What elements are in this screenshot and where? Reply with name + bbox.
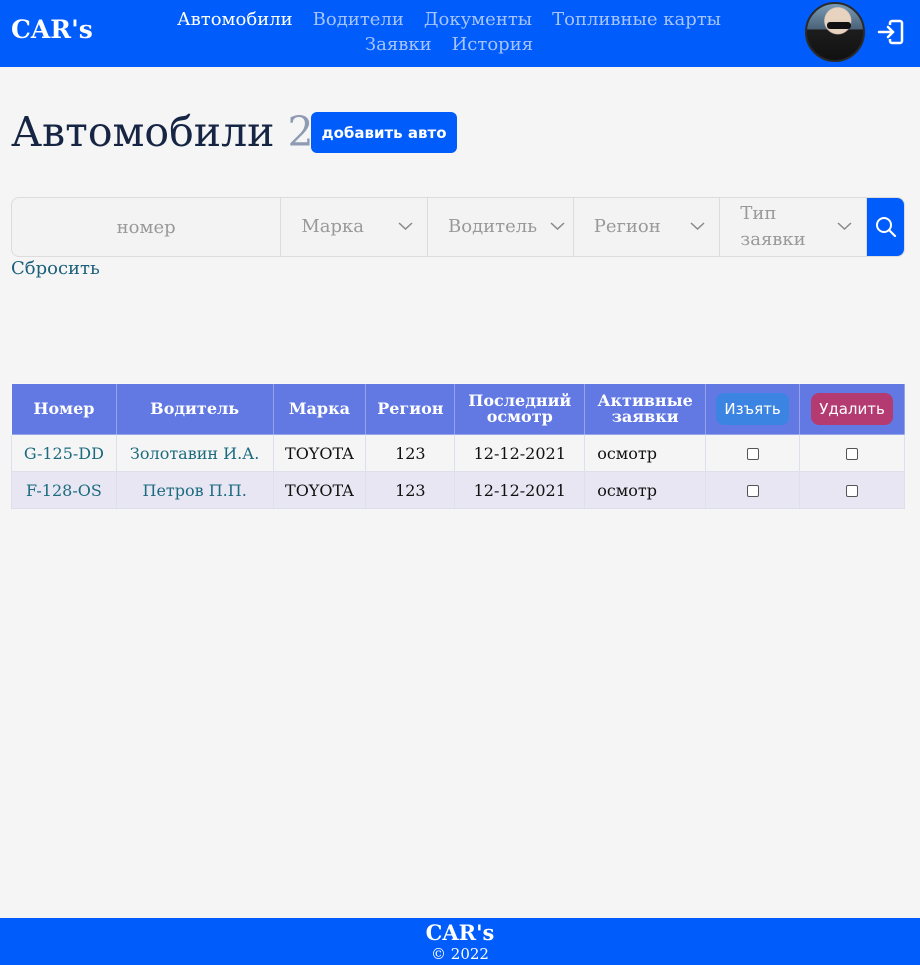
region-cell: 123 <box>365 434 456 472</box>
brand-cell: TOYOTA <box>272 434 367 472</box>
nav-item-requests[interactable]: Заявки <box>355 32 442 57</box>
nav-item-fuel-cards[interactable]: Топливные карты <box>542 7 731 32</box>
active-requests-cell: осмотр <box>584 434 707 472</box>
col-active-requests: Активные заявки <box>584 383 707 435</box>
table-header-row: Номер Водитель Марка Регион Последний ос… <box>11 383 905 435</box>
col-brand: Марка <box>272 383 367 435</box>
footer: CAR's © 2022 <box>0 918 920 965</box>
region-select-label: Регион <box>593 216 661 237</box>
car-number-link[interactable]: G-125-DD <box>11 434 117 472</box>
col-driver: Водитель <box>115 383 274 435</box>
nav-item-cars[interactable]: Автомобили <box>167 7 303 32</box>
col-number: Номер <box>11 383 117 435</box>
inspection-date-cell: 12-12-2021 <box>454 471 586 509</box>
number-search-input[interactable] <box>12 198 282 256</box>
seize-button[interactable]: Изъять <box>716 393 789 425</box>
chevron-down-icon <box>398 222 413 231</box>
nav-item-drivers[interactable]: Водители <box>303 7 414 32</box>
footer-brand: CAR's <box>425 920 495 945</box>
search-icon <box>875 217 896 238</box>
driver-link[interactable]: Золотавин И.А. <box>115 434 274 472</box>
page-title-text: Автомобили <box>11 108 275 156</box>
col-region: Регион <box>365 383 456 435</box>
user-avatar[interactable] <box>805 2 865 62</box>
active-requests-cell: осмотр <box>584 471 707 509</box>
request-type-select[interactable]: Тип заявки <box>720 198 868 256</box>
car-number-link[interactable]: F-128-OS <box>11 471 117 509</box>
page-title: Автомобили 2 <box>11 108 314 156</box>
region-cell: 123 <box>365 471 456 509</box>
brand-select[interactable]: Марка <box>281 198 429 256</box>
delete-cell <box>799 434 905 472</box>
chevron-down-icon <box>550 222 565 231</box>
driver-select[interactable]: Водитель <box>428 198 574 256</box>
seize-cell <box>705 434 801 472</box>
table-row: G-125-DD Золотавин И.А. TOYOTA 123 12-12… <box>11 434 905 472</box>
request-type-select-label: Тип заявки <box>740 203 806 250</box>
filter-bar: Марка Водитель Регион Тип заявки <box>11 197 905 257</box>
reset-filters-link[interactable]: Сбросить <box>11 258 100 279</box>
nav-item-history[interactable]: История <box>442 32 543 57</box>
col-delete: Удалить <box>799 383 905 435</box>
delete-checkbox[interactable] <box>846 485 859 497</box>
region-select[interactable]: Регион <box>574 198 721 256</box>
main-nav: Автомобили Водители Документы Топливные … <box>124 7 774 57</box>
search-button[interactable] <box>867 198 904 256</box>
logout-icon[interactable] <box>876 18 906 46</box>
col-last-inspection: Последний осмотр <box>454 383 586 435</box>
top-navbar: CAR's Автомобили Водители Документы Топл… <box>0 0 920 67</box>
cars-table: Номер Водитель Марка Регион Последний ос… <box>11 383 905 509</box>
delete-cell <box>799 471 905 509</box>
chevron-down-icon <box>690 222 705 231</box>
seize-checkbox[interactable] <box>746 448 759 460</box>
footer-copyright: © 2022 <box>431 945 489 963</box>
chevron-down-icon <box>837 222 852 231</box>
driver-select-label: Водитель <box>448 216 538 237</box>
brand-cell: TOYOTA <box>272 471 367 509</box>
delete-button[interactable]: Удалить <box>811 393 893 425</box>
driver-link[interactable]: Петров П.П. <box>115 471 274 509</box>
seize-checkbox[interactable] <box>746 485 759 497</box>
table-row: F-128-OS Петров П.П. TOYOTA 123 12-12-20… <box>11 471 905 509</box>
add-car-button[interactable]: добавить авто <box>311 112 457 153</box>
car-count: 2 <box>287 108 314 156</box>
brand-logo[interactable]: CAR's <box>11 15 93 44</box>
avatar-glasses <box>827 22 851 29</box>
delete-checkbox[interactable] <box>846 448 859 460</box>
inspection-date-cell: 12-12-2021 <box>454 434 586 472</box>
nav-item-documents[interactable]: Документы <box>414 7 542 32</box>
seize-cell <box>705 471 801 509</box>
brand-select-label: Марка <box>301 216 364 237</box>
col-seize: Изъять <box>705 383 801 435</box>
